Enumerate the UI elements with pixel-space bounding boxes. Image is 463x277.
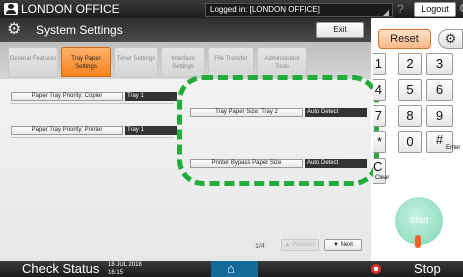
copier-tray-priority-value: Tray 1 (125, 92, 177, 101)
user-icon (4, 3, 18, 15)
home-icon: ⌂ (227, 261, 235, 276)
previous-label: Previous (292, 242, 316, 248)
up-arrow-icon: ▲ (284, 242, 293, 248)
gear-icon: ⚙ (7, 21, 22, 38)
tab-timer-settings[interactable]: Timer Settings (114, 47, 158, 77)
energy-saver-moon-icon[interactable]: ☾ (459, 2, 463, 16)
key-2[interactable]: 2 (398, 53, 422, 75)
key-3[interactable]: 3 (426, 53, 453, 75)
down-arrow-icon: ▼ (333, 242, 341, 248)
reset-button[interactable]: Reset (378, 29, 431, 49)
row-divider (11, 103, 174, 104)
highlight-callout (177, 75, 379, 186)
tab-general-features[interactable]: General Features (8, 47, 58, 77)
login-status-field[interactable]: Logged in: [LONDON OFFICE] (205, 3, 393, 17)
key-4[interactable]: 4 (373, 79, 386, 101)
stop-icon[interactable] (371, 264, 381, 274)
tab-interface-settings[interactable]: Interface Settings (161, 47, 205, 77)
date-time: 18 JUL 2018 16:15 (108, 261, 142, 277)
logout-button[interactable]: Logout (414, 2, 456, 17)
copier-tray-priority-button[interactable]: Paper Tray Priority: Copier (11, 92, 123, 101)
page-indicator: 1/4 (255, 243, 265, 250)
expand-corner-icon (383, 10, 389, 16)
exit-button[interactable]: Exit (316, 22, 364, 38)
time-label: 16:15 (108, 270, 124, 276)
start-indicator-lamp (415, 235, 421, 248)
key-8[interactable]: 8 (398, 105, 422, 127)
key-5[interactable]: 5 (398, 79, 422, 101)
key-7[interactable]: 7 (373, 105, 386, 127)
clear-label: Clear (375, 175, 390, 181)
key-1[interactable]: 1 (373, 53, 386, 75)
check-status-button[interactable]: Check Status (22, 261, 99, 277)
page-title: System Settings (36, 23, 123, 37)
date-label: 18 JUL 2018 (108, 262, 142, 268)
printer-tray-priority-button[interactable]: Paper Tray Priority: Printer (11, 126, 123, 135)
key-c: C (373, 159, 383, 174)
help-icon[interactable]: ? (397, 2, 404, 16)
previous-page-button[interactable]: ▲ Previous (281, 239, 319, 251)
key-star[interactable]: * (373, 131, 386, 153)
enter-label: Enter (446, 145, 461, 151)
tab-tray-paper-settings[interactable]: Tray Paper Settings (61, 47, 111, 77)
tab-file-transfer[interactable]: File Transfer (208, 47, 254, 77)
key-0[interactable]: 0 (398, 131, 422, 153)
key-9[interactable]: 9 (426, 105, 453, 127)
key-6[interactable]: 6 (426, 79, 453, 101)
row-divider (11, 137, 174, 138)
next-label: Next (340, 242, 353, 248)
next-page-button[interactable]: ▼ Next (324, 239, 362, 251)
printer-tray-priority-value: Tray 1 (125, 126, 177, 135)
office-title: LONDON OFFICE (21, 2, 120, 16)
stop-button[interactable]: Stop (414, 261, 441, 277)
settings-gear-icon[interactable]: ⚙ (438, 29, 463, 49)
key-hash: # (435, 132, 444, 147)
tab-administrator-tools[interactable]: Administrator Tools (257, 47, 307, 77)
